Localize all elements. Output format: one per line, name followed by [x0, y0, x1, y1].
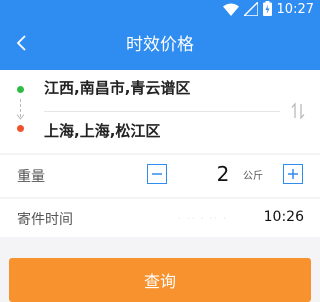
time-picker-hint: · ·· · ·· · — [178, 214, 228, 223]
weight-unit: 公斤 — [243, 171, 263, 182]
destination-dot-icon — [17, 125, 24, 132]
weight-label: 重量 — [17, 169, 45, 185]
route-card: 江西,南昌市,青云谱区 上海,上海,松江区 — [0, 70, 320, 153]
swap-button[interactable] — [290, 102, 306, 120]
weight-increase-button[interactable] — [283, 164, 303, 184]
signal-icon — [241, 0, 259, 20]
send-time-row[interactable]: 寄件时间 · ·· · ·· · 10:26 — [0, 199, 320, 237]
arrow-down-icon — [15, 99, 26, 125]
query-button[interactable]: 查询 — [9, 258, 311, 302]
swap-vertical-icon — [290, 102, 306, 124]
weight-decrease-button[interactable] — [147, 164, 167, 184]
origin-address[interactable]: 江西,南昌市,青云谱区 — [44, 78, 190, 98]
route-divider — [44, 111, 280, 112]
status-icons: 10:27 — [222, 0, 314, 20]
wifi-icon — [222, 1, 239, 20]
weight-row: 重量 2 公斤 — [0, 155, 320, 197]
minus-icon — [151, 165, 163, 184]
origin-dot-icon — [17, 86, 24, 93]
destination-address[interactable]: 上海,上海,松江区 — [44, 121, 160, 141]
page-title: 时效价格 — [126, 35, 194, 55]
status-bar: 10:27 — [0, 0, 320, 20]
weight-value[interactable]: 2 — [208, 162, 238, 186]
app-header: 时效价格 — [0, 20, 320, 70]
status-time: 10:27 — [276, 2, 314, 17]
send-time-value[interactable]: 10:26 — [264, 209, 304, 225]
send-time-label: 寄件时间 — [17, 212, 73, 228]
battery-charging-icon — [262, 0, 272, 20]
plus-icon — [287, 165, 299, 184]
